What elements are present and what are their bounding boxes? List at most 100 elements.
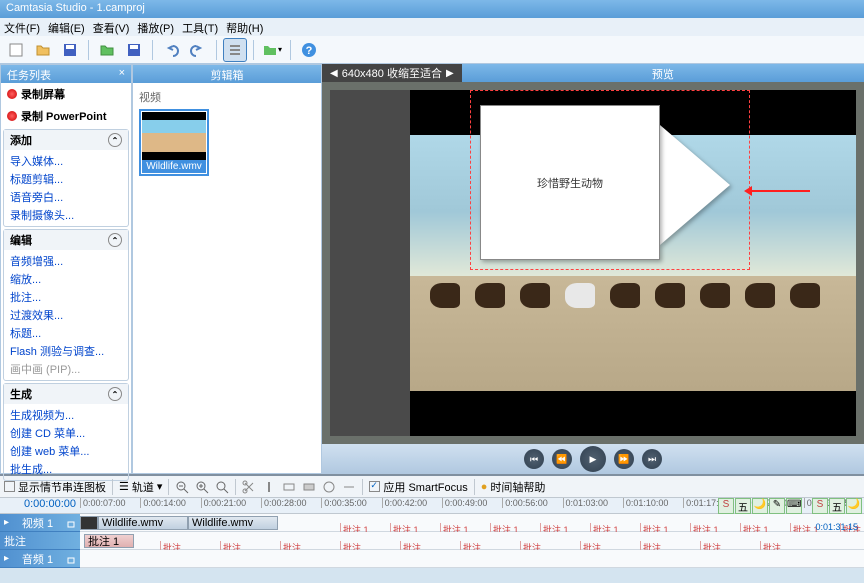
app-title: Camtasia Studio - 1.camproj bbox=[6, 2, 145, 14]
menu-file[interactable]: 文件(F) bbox=[4, 20, 40, 34]
menu-play[interactable]: 播放(P) bbox=[137, 20, 174, 34]
callout-shape[interactable]: 珍惜野生动物 bbox=[480, 105, 740, 260]
zoom-fit-icon[interactable] bbox=[215, 480, 229, 494]
smartfocus-toggle[interactable]: 应用 SmartFocus bbox=[369, 479, 467, 495]
ime-btn[interactable]: ⌨ bbox=[786, 498, 802, 514]
annotation-arrow bbox=[750, 190, 810, 192]
collapse-icon[interactable]: ⌃ bbox=[108, 387, 122, 401]
ime-btn[interactable]: 五 bbox=[735, 498, 751, 514]
ime-btn[interactable]: 🌙 bbox=[752, 498, 768, 514]
prev-button[interactable]: ⏮ bbox=[524, 449, 544, 469]
zoom-in-icon[interactable] bbox=[195, 480, 209, 494]
menu-tools[interactable]: 工具(T) bbox=[182, 20, 218, 34]
properties-button[interactable] bbox=[223, 38, 247, 62]
timecode-right: 0:01:31:15 bbox=[815, 522, 858, 532]
clip-group-label: 视频 bbox=[137, 87, 317, 107]
zoom-dropdown[interactable]: ◀ 640x480 收缩至适合 ▶ bbox=[322, 64, 462, 82]
save2-button[interactable] bbox=[122, 38, 146, 62]
ime-btn[interactable]: S bbox=[812, 498, 828, 514]
open-button[interactable] bbox=[31, 38, 55, 62]
track-audio1-header[interactable]: ▸ 音频 1 bbox=[0, 550, 80, 568]
clip-thumb[interactable] bbox=[80, 516, 98, 530]
clip-thumbnail[interactable]: Wildlife.wmv bbox=[139, 109, 209, 176]
track-audio1[interactable] bbox=[80, 550, 864, 568]
undo-button[interactable] bbox=[159, 38, 183, 62]
close-icon[interactable]: × bbox=[119, 67, 125, 81]
callout-clip[interactable]: 批注 1 bbox=[84, 534, 134, 548]
ime-btn[interactable]: ✎ bbox=[769, 498, 785, 514]
produce-video-link[interactable]: 生成视频为... bbox=[10, 406, 122, 424]
timeline-panel: 显示情节串连图板 ☰ 轨道 ▾ 应用 SmartFocus ●时间轴帮助 0:0… bbox=[0, 474, 864, 568]
flash-quiz-link[interactable]: Flash 测验与调查... bbox=[10, 342, 122, 360]
track-video1[interactable]: Wildlife.wmv Wildlife.wmv 批注 1批注 1批注 1批注… bbox=[80, 514, 864, 532]
clip-bin-panel: 剪辑箱 视频 Wildlife.wmv bbox=[132, 64, 322, 474]
rewind-button[interactable]: ⏪ bbox=[552, 449, 572, 469]
audio-enhance-link[interactable]: 音频增强... bbox=[10, 252, 122, 270]
track-video1-header[interactable]: ▸ 视频 1 bbox=[0, 514, 80, 532]
svg-text:?: ? bbox=[306, 45, 313, 57]
batch-produce-link[interactable]: 批生成... bbox=[10, 460, 122, 478]
timeline-help-link[interactable]: ●时间轴帮助 bbox=[481, 479, 546, 495]
help-button[interactable]: ? bbox=[297, 38, 321, 62]
window-titlebar: Camtasia Studio - 1.camproj bbox=[0, 0, 864, 18]
clip-label: Wildlife.wmv bbox=[142, 160, 206, 173]
tool4-icon[interactable] bbox=[302, 480, 316, 494]
ime-btn[interactable]: 五 bbox=[829, 498, 845, 514]
lock-icon bbox=[66, 518, 76, 528]
preview-panel: ◀ 640x480 收缩至适合 ▶ 预览 珍惜野生动物 bbox=[322, 64, 864, 474]
preview-title: 预览 bbox=[462, 64, 864, 82]
section-edit-title: 编辑 bbox=[10, 232, 32, 248]
record-screen-button[interactable]: 录制屏幕 bbox=[1, 83, 131, 105]
track-callout-header[interactable]: 批注 bbox=[0, 532, 80, 550]
next-button[interactable]: ⏭ bbox=[642, 449, 662, 469]
track-callout[interactable]: 批注 1 批注批注批注批注批注批注批注批注批注批注批注 bbox=[80, 532, 864, 550]
playback-controls: ⏮ ⏪ ▶ ⏩ ⏭ bbox=[322, 444, 864, 474]
record-icon bbox=[7, 89, 17, 99]
tool6-icon[interactable] bbox=[342, 480, 356, 494]
preview-canvas[interactable]: 珍惜野生动物 bbox=[330, 90, 856, 436]
record-ppt-button[interactable]: 录制 PowerPoint bbox=[1, 105, 131, 127]
redo-button[interactable] bbox=[186, 38, 210, 62]
storyboard-toggle[interactable]: 显示情节串连图板 bbox=[4, 479, 106, 495]
play-button[interactable]: ▶ bbox=[580, 446, 606, 472]
ime-toolbar: S 五 🌙 ✎ ⌨ S 五 🌙 bbox=[718, 498, 862, 514]
transitions-link[interactable]: 过渡效果... bbox=[10, 306, 122, 324]
ime-btn[interactable]: S bbox=[718, 498, 734, 514]
tool5-icon[interactable] bbox=[322, 480, 336, 494]
tracks-dropdown[interactable]: ☰ 轨道 ▾ bbox=[119, 479, 162, 495]
voice-narration-link[interactable]: 语音旁白... bbox=[10, 188, 122, 206]
captions-link[interactable]: 标题... bbox=[10, 324, 122, 342]
menu-help[interactable]: 帮助(H) bbox=[226, 20, 263, 34]
video-clip[interactable]: Wildlife.wmv bbox=[188, 516, 278, 530]
callouts-link[interactable]: 批注... bbox=[10, 288, 122, 306]
task-panel-title: 任务列表 bbox=[7, 67, 51, 81]
collapse-icon[interactable]: ⌃ bbox=[108, 133, 122, 147]
import-media-link[interactable]: 导入媒体... bbox=[10, 152, 122, 170]
new-button[interactable] bbox=[4, 38, 28, 62]
pip-link: 画中画 (PIP)... bbox=[10, 360, 122, 378]
create-web-link[interactable]: 创建 web 菜单... bbox=[10, 442, 122, 460]
video-clip[interactable]: Wildlife.wmv bbox=[98, 516, 188, 530]
record-icon bbox=[7, 111, 17, 121]
forward-button[interactable]: ⏩ bbox=[614, 449, 634, 469]
import-button[interactable] bbox=[95, 38, 119, 62]
menu-view[interactable]: 查看(V) bbox=[93, 20, 130, 34]
tool3-icon[interactable] bbox=[282, 480, 296, 494]
ime-btn[interactable]: 🌙 bbox=[846, 498, 862, 514]
task-panel: 任务列表 × 录制屏幕 录制 PowerPoint 添加⌃ 导入媒体... 标题… bbox=[0, 64, 132, 474]
callout-text: 珍惜野生动物 bbox=[537, 175, 603, 191]
title-clip-link[interactable]: 标题剪辑... bbox=[10, 170, 122, 188]
lock-icon bbox=[66, 554, 76, 564]
zoom-out-icon[interactable] bbox=[175, 480, 189, 494]
record-camera-link[interactable]: 录制摄像头... bbox=[10, 206, 122, 224]
cut-icon[interactable] bbox=[242, 480, 256, 494]
collapse-icon[interactable]: ⌃ bbox=[108, 233, 122, 247]
split-icon[interactable] bbox=[262, 480, 276, 494]
menu-edit[interactable]: 编辑(E) bbox=[48, 20, 85, 34]
create-cd-link[interactable]: 创建 CD 菜单... bbox=[10, 424, 122, 442]
clipbin-title: 剪辑箱 bbox=[211, 67, 244, 81]
zoom-link[interactable]: 缩放... bbox=[10, 270, 122, 288]
save-button[interactable] bbox=[58, 38, 82, 62]
produce-button[interactable]: ▾ bbox=[260, 38, 284, 62]
menu-bar: 文件(F) 编辑(E) 查看(V) 播放(P) 工具(T) 帮助(H) bbox=[0, 18, 864, 36]
